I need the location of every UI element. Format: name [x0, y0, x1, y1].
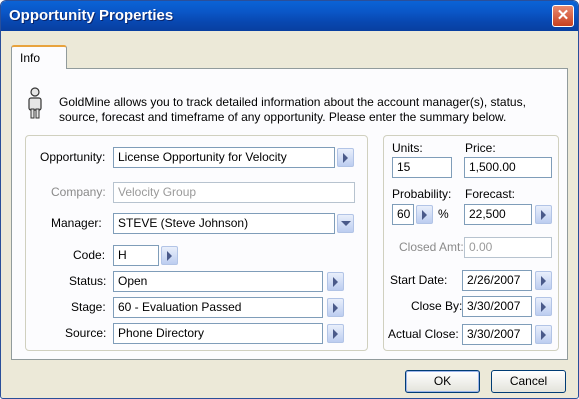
company-label: Company: — [51, 185, 106, 199]
probability-field[interactable]: 60 — [392, 204, 414, 225]
closed-amt-label: Closed Amt: — [399, 240, 464, 254]
units-field[interactable]: 15 — [392, 157, 452, 178]
actual-close-field[interactable]: 3/30/2007 — [462, 324, 532, 345]
forecast-field[interactable]: 22,500 — [464, 204, 532, 225]
status-label: Status: — [69, 274, 107, 288]
start-date-field[interactable]: 2/26/2007 — [462, 270, 532, 291]
manager-select[interactable]: STEVE (Steve Johnson) — [113, 213, 335, 234]
opportunity-field[interactable]: License Opportunity for Velocity — [113, 147, 335, 168]
opportunity-lookup-arrow-icon[interactable] — [337, 148, 354, 167]
close-by-label: Close By: — [411, 299, 463, 313]
start-date-label: Start Date: — [390, 273, 448, 287]
title-bar[interactable]: Opportunity Properties ✕ — [1, 1, 578, 31]
code-field[interactable]: H — [113, 245, 159, 266]
opportunity-label: Opportunity: — [40, 150, 106, 164]
actual-close-label: Actual Close: — [388, 327, 459, 341]
forecast-label: Forecast: — [465, 187, 516, 201]
percent-sign: % — [438, 207, 449, 221]
tab-info[interactable]: Info — [11, 45, 67, 69]
stage-label: Stage: — [71, 300, 106, 314]
close-icon[interactable]: ✕ — [552, 5, 574, 27]
status-lookup-arrow-icon[interactable] — [327, 272, 344, 291]
description-text: GoldMine allows you to track detailed in… — [59, 95, 526, 124]
source-label: Source: — [65, 326, 107, 340]
ok-button[interactable]: OK — [405, 370, 480, 393]
probability-label: Probability: — [392, 187, 452, 201]
forecast-arrow-icon[interactable] — [535, 205, 552, 224]
person-info-icon — [28, 87, 42, 119]
code-lookup-arrow-icon[interactable] — [161, 246, 178, 265]
start-date-arrow-icon[interactable] — [535, 271, 552, 290]
company-field: Velocity Group — [113, 182, 355, 203]
manager-label: Manager: — [51, 216, 102, 230]
status-field[interactable]: Open — [113, 271, 323, 292]
stage-field[interactable]: 60 - Evaluation Passed — [113, 297, 323, 318]
price-field[interactable]: 1,500.00 — [464, 157, 552, 178]
cancel-button[interactable]: Cancel — [491, 370, 566, 393]
opportunity-properties-dialog: Opportunity Properties ✕ Info GoldMine a… — [0, 0, 579, 399]
tab-info-label: Info — [20, 51, 41, 65]
source-lookup-arrow-icon[interactable] — [327, 324, 344, 343]
close-by-field[interactable]: 3/30/2007 — [462, 296, 532, 317]
actual-close-arrow-icon[interactable] — [535, 325, 552, 344]
chevron-down-icon[interactable] — [337, 214, 354, 233]
probability-arrow-icon[interactable] — [416, 205, 433, 224]
closed-amt-field: 0.00 — [464, 237, 552, 258]
stage-lookup-arrow-icon[interactable] — [327, 298, 344, 317]
price-label: Price: — [465, 141, 496, 155]
close-by-arrow-icon[interactable] — [535, 297, 552, 316]
source-field[interactable]: Phone Directory — [113, 323, 323, 344]
code-label: Code: — [73, 248, 106, 262]
units-label: Units: — [392, 141, 423, 155]
window-title: Opportunity Properties — [9, 7, 174, 24]
